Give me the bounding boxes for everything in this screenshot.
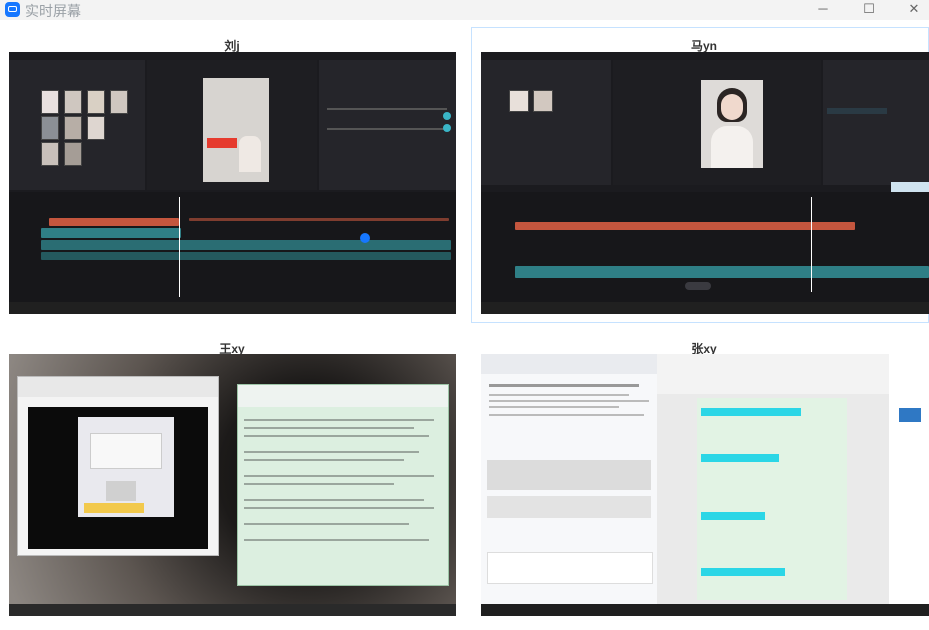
video-track bbox=[41, 228, 181, 238]
screen-4-thumbnail[interactable] bbox=[481, 354, 929, 616]
audio-track bbox=[41, 252, 451, 260]
text-track bbox=[189, 218, 449, 221]
preview-frame bbox=[701, 80, 763, 168]
screen-1-thumbnail[interactable] bbox=[9, 52, 456, 314]
preview-frame bbox=[203, 78, 269, 182]
media-thumb bbox=[509, 90, 529, 112]
document-window bbox=[657, 354, 889, 604]
playhead bbox=[179, 197, 180, 297]
taskbar bbox=[481, 604, 929, 616]
video-track bbox=[41, 240, 451, 250]
browser-window bbox=[17, 376, 219, 556]
taskbar bbox=[9, 302, 456, 314]
media-thumb bbox=[41, 116, 59, 140]
video-track bbox=[515, 266, 929, 278]
screen-3-thumbnail[interactable] bbox=[9, 354, 456, 616]
text-track bbox=[515, 222, 855, 230]
media-thumb bbox=[64, 90, 82, 114]
window-title: 实时屏幕 bbox=[25, 3, 81, 19]
properties-panel bbox=[319, 60, 456, 190]
media-thumb bbox=[110, 90, 128, 114]
add-audio-button[interactable] bbox=[685, 282, 711, 290]
close-icon[interactable]: ✕ bbox=[899, 0, 929, 20]
cursor-dot bbox=[360, 233, 370, 243]
media-thumb bbox=[64, 142, 82, 166]
side-panel bbox=[889, 354, 929, 604]
media-thumb bbox=[41, 90, 59, 114]
maximize-icon[interactable]: ☐ bbox=[854, 0, 884, 20]
media-thumb bbox=[87, 116, 105, 140]
screen-2-thumbnail[interactable] bbox=[481, 52, 929, 314]
text-track bbox=[49, 218, 179, 226]
media-thumb bbox=[41, 142, 59, 166]
media-thumb bbox=[533, 90, 553, 112]
media-thumb bbox=[64, 116, 82, 140]
browser-window bbox=[481, 354, 657, 604]
media-panel bbox=[481, 60, 611, 185]
minimize-icon[interactable]: ─ bbox=[808, 0, 838, 20]
app-logo-icon bbox=[5, 2, 20, 17]
taskbar bbox=[481, 302, 929, 314]
media-thumb bbox=[87, 90, 105, 114]
taskbar bbox=[9, 604, 456, 616]
title-bar: 实时屏幕 ─ ☐ ✕ bbox=[0, 0, 929, 20]
document-window bbox=[237, 384, 449, 586]
playhead bbox=[811, 197, 812, 292]
properties-panel bbox=[823, 60, 929, 185]
